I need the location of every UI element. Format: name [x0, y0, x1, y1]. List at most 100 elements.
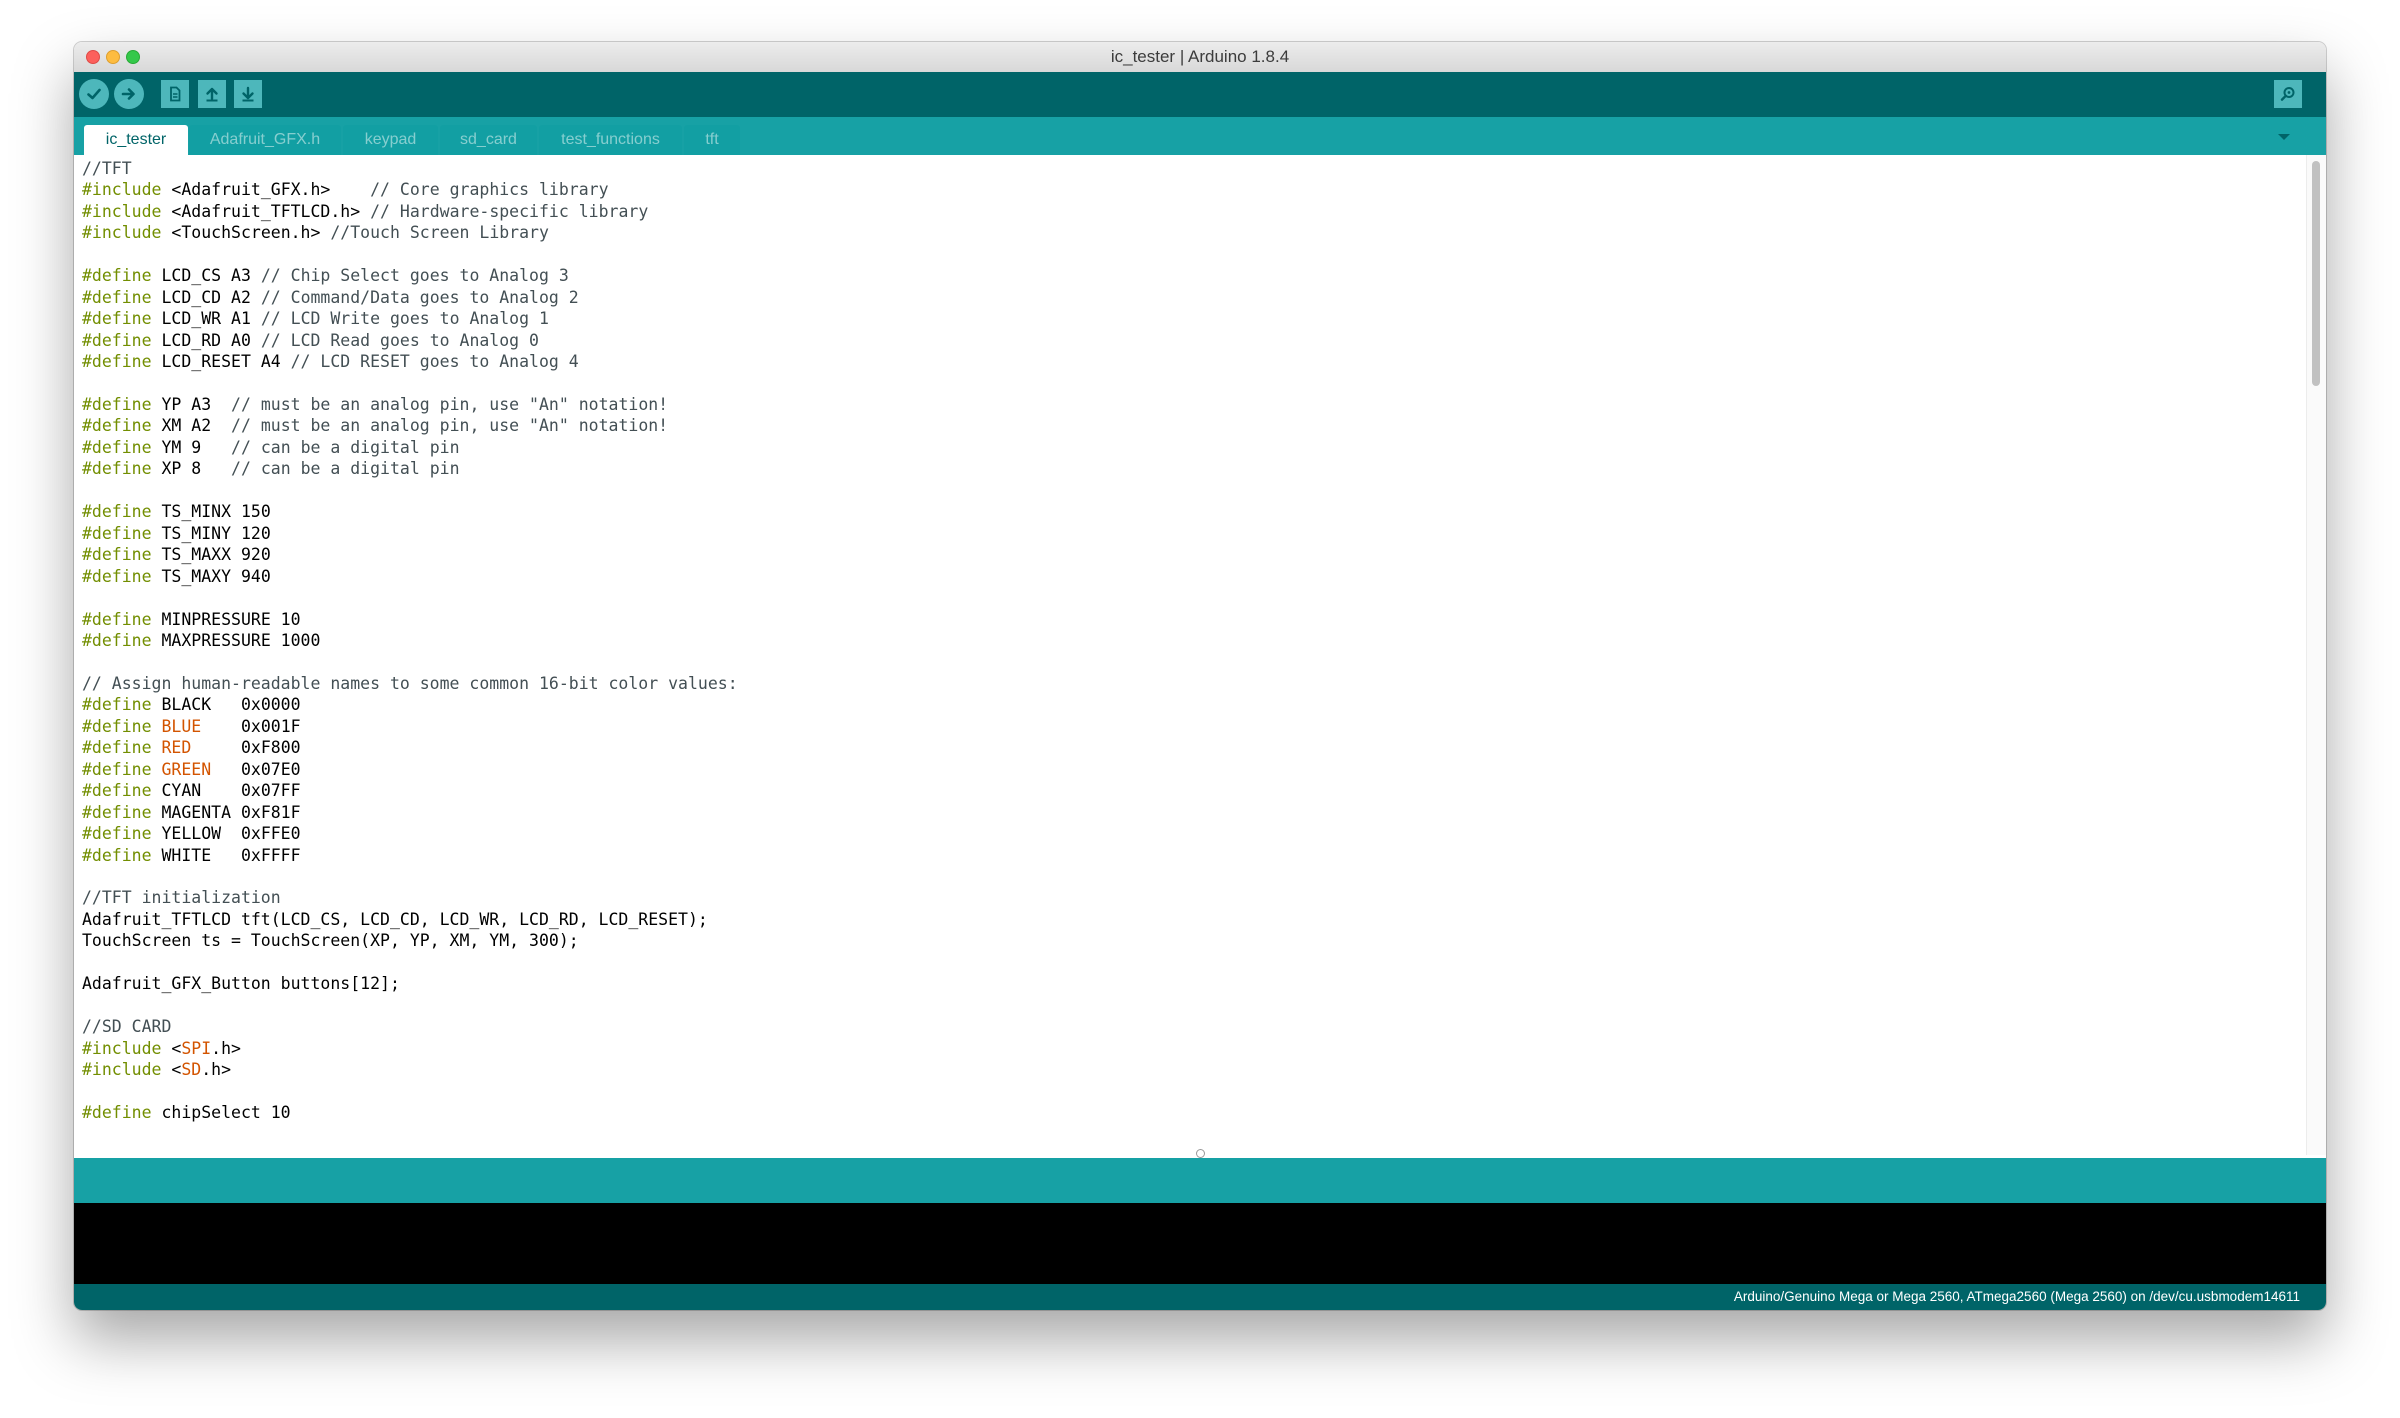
code-line[interactable]: #define LCD_WR A1 // LCD Write goes to A… [82, 308, 738, 329]
code-line[interactable]: #define TS_MINX 150 [82, 501, 738, 522]
code-line[interactable]: ​ [82, 952, 738, 973]
board-port-info: Arduino/Genuino Mega or Mega 2560, ATmeg… [1733, 1289, 2300, 1304]
code-line[interactable]: //TFT initialization [82, 887, 738, 908]
code-token: TS_MAXY 940 [151, 566, 271, 586]
arduino-ide-window: ic_tester | Arduino 1.8.4 ic_tester Adaf… [74, 42, 2326, 1310]
code-line[interactable]: //SD CARD [82, 1016, 738, 1037]
code-token: #define [82, 502, 152, 522]
code-line[interactable]: #include <TouchScreen.h> //Touch Screen … [82, 222, 738, 243]
code-line[interactable]: #include <Adafruit_TFTLCD.h> // Hardware… [82, 201, 738, 222]
scrollbar-thumb[interactable] [2312, 161, 2320, 386]
code-line[interactable]: ​ [82, 866, 738, 887]
code-line[interactable]: // Assign human-readable names to some c… [82, 673, 738, 694]
code-line[interactable]: ​ [82, 480, 738, 501]
code-token: <TouchScreen.h> [161, 223, 331, 243]
code-token: TS_MINY 120 [151, 523, 271, 543]
code-line[interactable]: #define BLUE 0x001F [82, 716, 738, 737]
code-line[interactable]: ​ [82, 1080, 738, 1101]
code-line[interactable]: #define GREEN 0x07E0 [82, 759, 738, 780]
code-line[interactable]: TouchScreen ts = TouchScreen(XP, YP, XM,… [82, 930, 738, 951]
code-token: #define [82, 416, 152, 436]
code-token: #define [82, 287, 152, 307]
code-line[interactable]: ​ [82, 995, 738, 1016]
code-line[interactable]: #define MINPRESSURE 10 [82, 609, 738, 630]
code-line[interactable]: #define TS_MAXY 940 [82, 566, 738, 587]
code-token: #define [82, 738, 152, 758]
tab-tft[interactable]: tft [684, 125, 740, 155]
save-sketch-button[interactable] [234, 80, 262, 108]
code-token: //TFT initialization [82, 888, 281, 908]
tab-sd-card[interactable]: sd_card [440, 125, 537, 155]
code-token: BLACK 0x0000 [151, 695, 301, 715]
code-token: RED [161, 738, 192, 758]
code-line[interactable]: #define LCD_CS A3 // Chip Select goes to… [82, 265, 738, 286]
code-token: // LCD Read goes to Analog 0 [260, 330, 539, 350]
upload-button[interactable] [114, 79, 144, 109]
code-line[interactable]: ​ [82, 373, 738, 394]
tab-keypad[interactable]: keypad [343, 125, 438, 155]
code-line[interactable]: #include <Adafruit_GFX.h> // Core graphi… [82, 179, 738, 200]
editor-scrollbar[interactable] [2306, 155, 2326, 1155]
code-token: WHITE 0xFFFF [151, 845, 301, 865]
code-editor[interactable]: //TFT #include <Adafruit_GFX.h> // Core g… [74, 155, 2307, 1155]
code-token: MAGENTA 0xF81F [151, 802, 301, 822]
code-line[interactable]: #define WHITE 0xFFFF [82, 845, 738, 866]
code-line[interactable]: #include <SD.h> [82, 1059, 738, 1080]
console-output[interactable] [74, 1203, 2326, 1284]
code-line[interactable]: #define TS_MINY 120 [82, 523, 738, 544]
code-line[interactable]: #define RED 0xF800 [82, 737, 738, 758]
code-line[interactable]: #define MAXPRESSURE 1000 [82, 630, 738, 651]
code-line[interactable]: #define YM 9 // can be a digital pin [82, 437, 738, 458]
code-line[interactable]: #define LCD_RD A0 // LCD Read goes to An… [82, 330, 738, 351]
code-line[interactable]: ​ [82, 587, 738, 608]
code-token: #define [82, 759, 152, 779]
code-token: XM A2 [151, 416, 232, 436]
code-token: #define [82, 630, 152, 650]
code-text[interactable]: //TFT #include <Adafruit_GFX.h> // Core g… [82, 158, 738, 1123]
code-line[interactable]: #define LCD_CD A2 // Command/Data goes t… [82, 287, 738, 308]
code-token: #define [82, 330, 152, 350]
code-line[interactable]: #define TS_MAXX 920 [82, 544, 738, 565]
upload-icon [121, 88, 135, 100]
status-bar: Arduino/Genuino Mega or Mega 2560, ATmeg… [74, 1284, 2326, 1310]
code-line[interactable]: #define MAGENTA 0xF81F [82, 802, 738, 823]
code-line[interactable]: #define YP A3 // must be an analog pin, … [82, 394, 738, 415]
code-token: //TFT [82, 159, 132, 178]
window-title: ic_tester | Arduino 1.8.4 [1110, 47, 1290, 66]
code-line[interactable]: Adafruit_TFTLCD tft(LCD_CS, LCD_CD, LCD_… [82, 909, 738, 930]
split-pane-handle[interactable] [1196, 1149, 1205, 1158]
magnifier-icon [2280, 87, 2295, 101]
open-sketch-button[interactable] [198, 80, 226, 108]
code-line[interactable]: //TFT [82, 158, 738, 179]
code-token: #define [82, 845, 152, 865]
code-token: //SD CARD [82, 1017, 172, 1037]
code-line[interactable]: #define CYAN 0x07FF [82, 780, 738, 801]
verify-button[interactable] [79, 79, 109, 109]
code-token: .h> [201, 1060, 232, 1080]
new-sketch-button[interactable] [161, 80, 189, 108]
code-line[interactable]: ​ [82, 244, 738, 265]
tab-adafruit-gfx[interactable]: Adafruit_GFX.h [189, 125, 341, 155]
tab-ic-tester[interactable]: ic_tester [84, 125, 188, 155]
code-token: // Core graphics library [370, 180, 609, 200]
code-token: Adafruit_TFTLCD tft(LCD_CS, LCD_CD, LCD_… [82, 909, 708, 929]
code-token: #include [82, 201, 162, 221]
code-token: #include [82, 1060, 162, 1080]
code-token: #define [82, 266, 152, 286]
code-line[interactable]: #define XP 8 // can be a digital pin [82, 458, 738, 479]
code-line[interactable]: #include <SPI.h> [82, 1038, 738, 1059]
code-line[interactable]: Adafruit_GFX_Button buttons[12]; [82, 973, 738, 994]
code-token: chipSelect 10 [151, 1102, 291, 1122]
code-line[interactable]: #define XM A2 // must be an analog pin, … [82, 415, 738, 436]
tab-test-functions[interactable]: test_functions [539, 125, 682, 155]
code-token: #define [82, 523, 152, 543]
tab-menu-button[interactable] [2272, 127, 2296, 147]
code-line[interactable]: ​ [82, 651, 738, 672]
code-token: #define [82, 802, 152, 822]
serial-monitor-button[interactable] [2274, 80, 2302, 108]
code-line[interactable]: #define YELLOW 0xFFE0 [82, 823, 738, 844]
code-line[interactable]: #define LCD_RESET A4 // LCD RESET goes t… [82, 351, 738, 372]
code-token: #define [82, 716, 152, 736]
code-line[interactable]: #define chipSelect 10 [82, 1102, 738, 1123]
code-line[interactable]: #define BLACK 0x0000 [82, 694, 738, 715]
